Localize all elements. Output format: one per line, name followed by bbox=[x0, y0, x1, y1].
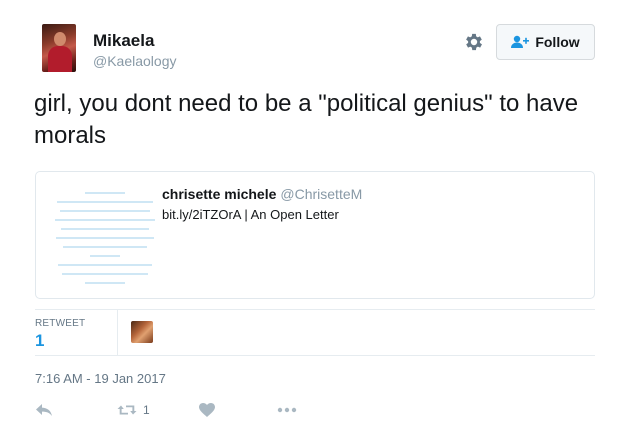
gear-icon[interactable] bbox=[463, 31, 485, 53]
reply-button[interactable] bbox=[35, 398, 53, 422]
retweet-button[interactable]: 1 bbox=[117, 398, 150, 422]
tweet-text: girl, you dont need to be a "political g… bbox=[34, 90, 579, 149]
tweet-timestamp[interactable]: 7:16 AM - 19 Jan 2017 bbox=[35, 371, 166, 386]
more-icon bbox=[277, 407, 297, 413]
retweeter-avatar[interactable] bbox=[131, 321, 153, 343]
user-handle[interactable]: @Kaelaology bbox=[93, 53, 177, 69]
user-avatar[interactable] bbox=[42, 24, 76, 72]
card-author-handle: @ChrisetteM bbox=[280, 186, 363, 202]
link-card[interactable]: chrisette michele @ChrisetteM bit.ly/2iTZ… bbox=[35, 171, 595, 299]
heart-icon bbox=[199, 403, 215, 417]
more-button[interactable] bbox=[277, 398, 297, 422]
card-author[interactable]: chrisette michele @ChrisetteM bbox=[162, 186, 362, 202]
add-user-icon bbox=[511, 35, 530, 48]
stats-divider-top bbox=[35, 309, 595, 310]
reply-icon bbox=[36, 404, 52, 416]
stats-separator bbox=[117, 310, 118, 355]
follow-button[interactable]: Follow bbox=[496, 24, 595, 60]
card-thumbnail bbox=[50, 186, 160, 286]
retweet-stat-label: RETWEET bbox=[35, 318, 86, 329]
retweet-action-count: 1 bbox=[143, 403, 150, 417]
retweet-icon bbox=[117, 405, 137, 415]
stats-divider-bottom bbox=[35, 355, 595, 356]
user-name[interactable]: Mikaela bbox=[93, 31, 154, 51]
retweet-stat-count[interactable]: 1 bbox=[35, 331, 44, 351]
card-author-name: chrisette michele bbox=[162, 186, 277, 202]
card-link[interactable]: bit.ly/2iTZOrA | An Open Letter bbox=[162, 207, 339, 222]
like-button[interactable] bbox=[199, 398, 215, 422]
follow-button-label: Follow bbox=[535, 34, 580, 50]
